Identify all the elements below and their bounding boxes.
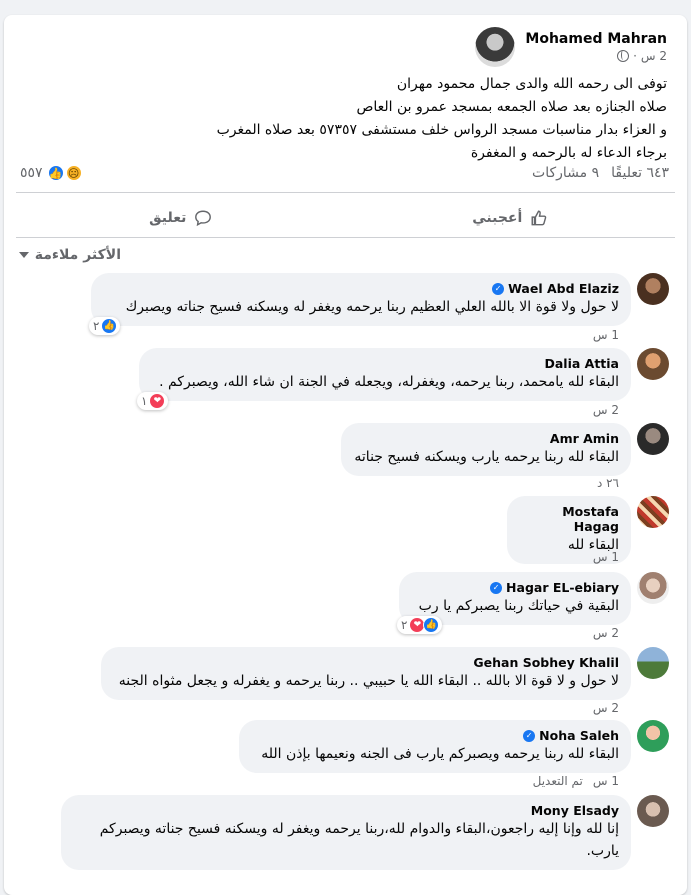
comment-bubble: ✓ Hagar EL-ebiary البقية في حياتك ربنا ي… [397,572,631,634]
commenter-avatar[interactable] [637,273,669,305]
shares-count[interactable]: ٩ مشاركات [532,165,599,181]
post-line: صلاه الجنازه بعد صلاه الجمعه بمسجد عمرو … [356,99,667,115]
post-line: و العزاء بدار مناسبات مسجد الرواس خلف مس… [216,122,667,138]
comment-label: تعليق [149,210,187,226]
post-meta: 2 س · [525,49,667,63]
commenter-name[interactable]: Mostafa Hagag [519,504,619,534]
commenter-avatar[interactable] [637,423,669,455]
comment-bubble: Mony Elsady إنا لله وإنا إليه راجعون،الب… [61,795,631,870]
post-counts: ٦٤٣ تعليقًا ٩ مشاركات [532,165,669,181]
comment-reactions[interactable]: ١ ❤ [137,392,169,410]
comment-text: البقاء لله ربنا يرحمه يارب ويسكنه فسيح ج… [354,449,619,465]
comment-bubble: Dalia Attia البقاء لله يامحمد، ربنا يرحم… [137,348,631,410]
comment: ✓ Wael Abd Elaziz لا حول ولا قوة الا بال… [89,273,669,335]
post-card: Mohamed Mahran 2 س · توفى الى رحمه الله … [4,15,687,895]
comment-time[interactable]: 1 س [593,774,619,788]
like-reaction-icon: 👍 [423,617,440,633]
verified-badge-icon: ✓ [523,729,536,742]
comment-sort-dropdown[interactable]: الأكثر ملاءمة [18,247,121,263]
comment-reactions[interactable]: ٢ 👍 [89,317,121,335]
comment: Mony Elsady إنا لله وإنا إليه راجعون،الب… [61,795,669,870]
comment: Gehan Sobhey Khalil لا حول و لا قوة الا … [101,647,669,700]
comment: Dalia Attia البقاء لله يامحمد، ربنا يرحم… [137,348,669,410]
sad-reaction-icon: ☹ [64,164,83,182]
comment-reaction-count: ٢ [93,319,100,333]
comment-meta: ٢٦ د [597,476,619,490]
post-text: توفى الى رحمه الله والدى جمال محمود مهرا… [27,73,667,165]
comment-text: إنا لله وإنا إليه راجعون،البقاء والدوام … [99,821,619,859]
edited-label: تم التعديل [532,774,583,788]
comment-time[interactable]: 2 س [593,403,619,417]
post-author-name[interactable]: Mohamed Mahran [525,27,667,47]
commenter-name[interactable]: Dalia Attia [544,356,619,371]
comment-time[interactable]: ٢٦ د [597,476,619,490]
comment-text: البقاء لله يامحمد، ربنا يرحمه، ويغفرله، … [159,374,619,390]
chevron-down-icon [18,252,29,258]
comments-count[interactable]: ٦٤٣ تعليقًا [611,165,669,181]
sort-label: الأكثر ملاءمة [34,247,121,263]
verified-badge-icon: ✓ [492,282,505,295]
reactions-summary: ٦٤٣ تعليقًا ٩ مشاركات ٥٥٧ 👍 ☹ [20,162,669,184]
divider [16,237,675,238]
commenter-avatar[interactable] [637,348,669,380]
divider [16,192,675,193]
comment: Mostafa Hagag البقاء لله [507,496,669,564]
like-reaction-icon: 👍 [101,318,118,334]
commenter-avatar[interactable] [637,720,669,752]
comment: ✓ Noha Saleh البقاء لله ربنا يرحمه ويصبر… [239,720,669,773]
commenter-name[interactable]: Amr Amin [550,431,619,446]
commenter-name[interactable]: Gehan Sobhey Khalil [473,655,619,670]
comment-time[interactable]: 2 س [593,701,619,715]
like-icon [531,210,547,226]
commenter-avatar[interactable] [637,795,669,827]
love-reaction-icon: ❤ [149,393,166,409]
comment-time[interactable]: 2 س [593,626,619,640]
commenter-name[interactable]: Noha Saleh [539,728,619,743]
comment-meta: 1 س تم التعديل [533,774,619,788]
comment-meta: 1 س [593,328,619,342]
comment-reaction-count: ٢ [401,618,408,632]
reaction-count[interactable]: ٥٥٧ [20,165,43,181]
like-reaction-icon: 👍 [46,164,65,182]
comment-reaction-count: ١ [141,394,148,408]
commenter-avatar[interactable] [637,496,669,528]
like-label: أعجبني [472,210,523,226]
comment: ✓ Hagar EL-ebiary البقية في حياتك ربنا ي… [397,572,669,634]
commenter-avatar[interactable] [637,647,669,679]
comment-text: البقية في حياتك ربنا يصبركم يا رب [418,598,619,614]
comment-bubble: ✓ Noha Saleh البقاء لله ربنا يرحمه ويصبر… [239,720,631,773]
comment-meta: 2 س [593,403,619,417]
comment-bubble: Amr Amin البقاء لله ربنا يرحمه يارب ويسك… [341,423,631,476]
comment-meta: 2 س [593,701,619,715]
author-avatar[interactable] [475,27,516,67]
comment-text: لا حول و لا قوة الا بالله .. البقاء الله… [118,673,619,689]
comment-meta: 2 س [593,626,619,640]
comment-bubble: ✓ Wael Abd Elaziz لا حول ولا قوة الا بال… [89,273,631,335]
comment-meta: 1 س [593,550,619,564]
post-header: Mohamed Mahran 2 س · [475,27,667,67]
post-time[interactable]: 2 س [641,49,667,63]
comment: Amr Amin البقاء لله ربنا يرحمه يارب ويسك… [341,423,669,476]
comment-icon [195,210,212,227]
like-button[interactable]: أعجبني [346,201,676,235]
comment-text: لا حول ولا قوة الا بالله العلي العظيم رب… [125,299,619,315]
comment-time[interactable]: 1 س [593,328,619,342]
post-line: توفى الى رحمه الله والدى جمال محمود مهرا… [396,76,667,92]
commenter-name[interactable]: Mony Elsady [531,803,619,818]
comment-reactions[interactable]: ٢ ❤ 👍 [397,616,443,634]
verified-badge-icon: ✓ [490,581,503,594]
reaction-icons[interactable]: ٥٥٧ 👍 ☹ [20,164,83,182]
commenter-name[interactable]: Wael Abd Elaziz [508,281,619,296]
commenter-avatar[interactable] [637,572,669,604]
comment-bubble: Gehan Sobhey Khalil لا حول و لا قوة الا … [101,647,631,700]
commenter-name[interactable]: Hagar EL-ebiary [506,580,619,595]
comment-time[interactable]: 1 س [593,550,619,564]
comment-text: البقاء لله ربنا يرحمه ويصبركم يارب فى ال… [261,746,619,762]
globe-icon[interactable] [617,50,630,62]
post-actions: أعجبني تعليق [16,201,675,235]
comment-button[interactable]: تعليق [16,201,346,235]
